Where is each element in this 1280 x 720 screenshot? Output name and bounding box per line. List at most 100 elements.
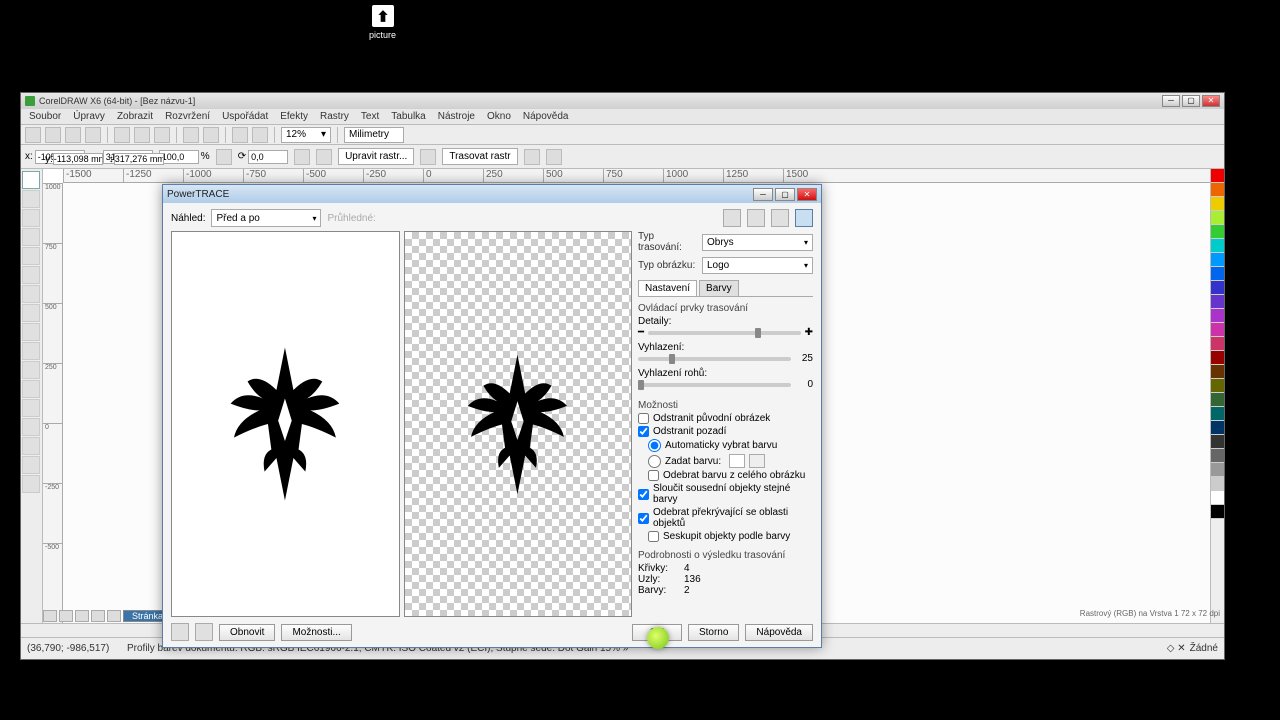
color-swatch[interactable] — [1211, 491, 1224, 505]
color-swatch[interactable] — [1211, 309, 1224, 323]
rectangle-tool[interactable] — [22, 285, 40, 303]
remove-bg-check[interactable] — [638, 426, 649, 437]
new-icon[interactable] — [25, 127, 41, 143]
page-next-icon[interactable] — [75, 610, 89, 622]
fill-tool[interactable] — [22, 456, 40, 474]
sx-field[interactable] — [159, 150, 199, 164]
units-combo[interactable]: Milimetry — [344, 127, 404, 143]
desktop-icon[interactable]: picture — [365, 5, 400, 41]
remove-all-check[interactable] — [648, 470, 659, 481]
page-first-icon[interactable] — [43, 610, 57, 622]
minimize-button[interactable]: ─ — [1162, 95, 1180, 107]
undo-icon[interactable] — [183, 127, 199, 143]
h-field[interactable] — [114, 153, 164, 165]
trace-icon[interactable] — [420, 149, 436, 165]
fit-icon[interactable] — [771, 209, 789, 227]
color-swatch[interactable] — [729, 454, 745, 468]
menu-item[interactable]: Efekty — [280, 111, 308, 122]
color-swatch[interactable] — [1211, 407, 1224, 421]
dimension-tool[interactable] — [22, 380, 40, 398]
copy-icon[interactable] — [134, 127, 150, 143]
delete-original-check[interactable] — [638, 413, 649, 424]
dialog-max-button[interactable]: ▢ — [775, 188, 795, 201]
color-swatch[interactable] — [1211, 435, 1224, 449]
cancel-button[interactable]: Storno — [688, 624, 739, 641]
remove-overlap-check[interactable] — [638, 513, 649, 524]
eyedropper-tool[interactable] — [22, 437, 40, 455]
crop-icon[interactable] — [524, 149, 540, 165]
redo-icon[interactable] — [203, 127, 219, 143]
paste-icon[interactable] — [154, 127, 170, 143]
color-swatch[interactable] — [1211, 393, 1224, 407]
smart-fill-tool[interactable] — [22, 266, 40, 284]
menu-item[interactable]: Tabulka — [391, 111, 425, 122]
cut-icon[interactable] — [114, 127, 130, 143]
preview-after[interactable] — [404, 231, 633, 617]
color-swatch[interactable] — [1211, 323, 1224, 337]
pick-tool[interactable] — [22, 171, 40, 189]
color-swatch[interactable] — [1211, 351, 1224, 365]
menu-item[interactable]: Zobrazit — [117, 111, 153, 122]
preview-mode-combo[interactable]: Před a po — [211, 209, 321, 227]
color-swatch[interactable] — [1211, 267, 1224, 281]
zoom-out-icon[interactable] — [747, 209, 765, 227]
merge-check[interactable] — [638, 489, 649, 500]
export-icon[interactable] — [252, 127, 268, 143]
help-button[interactable]: Nápověda — [745, 624, 813, 641]
menu-item[interactable]: Nápověda — [523, 111, 569, 122]
dialog-close-button[interactable]: ✕ — [797, 188, 817, 201]
color-swatch[interactable] — [1211, 505, 1224, 519]
color-swatch[interactable] — [1211, 477, 1224, 491]
detail-slider[interactable] — [648, 331, 801, 335]
color-swatch[interactable] — [1211, 281, 1224, 295]
color-swatch[interactable] — [1211, 463, 1224, 477]
outline-tool[interactable] — [22, 475, 40, 493]
redo-icon[interactable] — [195, 623, 213, 641]
color-swatch[interactable] — [1211, 183, 1224, 197]
save-icon[interactable] — [65, 127, 81, 143]
color-swatch[interactable] — [1211, 225, 1224, 239]
tab-settings[interactable]: Nastavení — [638, 280, 697, 296]
menu-item[interactable]: Uspořádat — [222, 111, 268, 122]
freehand-tool[interactable] — [22, 247, 40, 265]
polygon-tool[interactable] — [22, 323, 40, 341]
color-swatch[interactable] — [1211, 169, 1224, 183]
shape-tool[interactable] — [22, 190, 40, 208]
specify-color-radio[interactable] — [648, 455, 661, 468]
menu-item[interactable]: Rastry — [320, 111, 349, 122]
effects-tool[interactable] — [22, 418, 40, 436]
page-prev-icon[interactable] — [59, 610, 73, 622]
menu-item[interactable]: Text — [361, 111, 379, 122]
trace-type-combo[interactable]: Obrys — [702, 234, 813, 251]
page-add-icon[interactable] — [107, 610, 121, 622]
page-last-icon[interactable] — [91, 610, 105, 622]
connector-tool[interactable] — [22, 399, 40, 417]
table-tool[interactable] — [22, 361, 40, 379]
color-swatch[interactable] — [1211, 449, 1224, 463]
preview-before[interactable] — [171, 231, 400, 617]
color-swatch[interactable] — [1211, 211, 1224, 225]
auto-color-radio[interactable] — [648, 439, 661, 452]
zoom-tool[interactable] — [22, 228, 40, 246]
zoom-combo[interactable]: 12%▾ — [281, 127, 331, 143]
close-button[interactable]: ✕ — [1202, 95, 1220, 107]
trace-bitmap-button[interactable]: Trasovat rastr — [442, 148, 517, 165]
menu-item[interactable]: Nástroje — [438, 111, 475, 122]
print-icon[interactable] — [85, 127, 101, 143]
eyedropper-icon[interactable] — [749, 454, 765, 468]
smoothing-slider[interactable] — [638, 357, 791, 361]
import-icon[interactable] — [232, 127, 248, 143]
menu-item[interactable]: Okno — [487, 111, 511, 122]
reset-button[interactable]: Obnovit — [219, 624, 275, 641]
corner-slider[interactable] — [638, 383, 791, 387]
zoom-in-icon[interactable] — [723, 209, 741, 227]
crop-tool[interactable] — [22, 209, 40, 227]
color-swatch[interactable] — [1211, 365, 1224, 379]
pan-icon[interactable] — [795, 209, 813, 227]
menu-item[interactable]: Rozvržení — [165, 111, 210, 122]
lock-icon[interactable] — [216, 149, 232, 165]
tab-colors[interactable]: Barvy — [699, 280, 739, 296]
group-color-check[interactable] — [648, 531, 659, 542]
color-swatch[interactable] — [1211, 253, 1224, 267]
color-swatch[interactable] — [1211, 197, 1224, 211]
